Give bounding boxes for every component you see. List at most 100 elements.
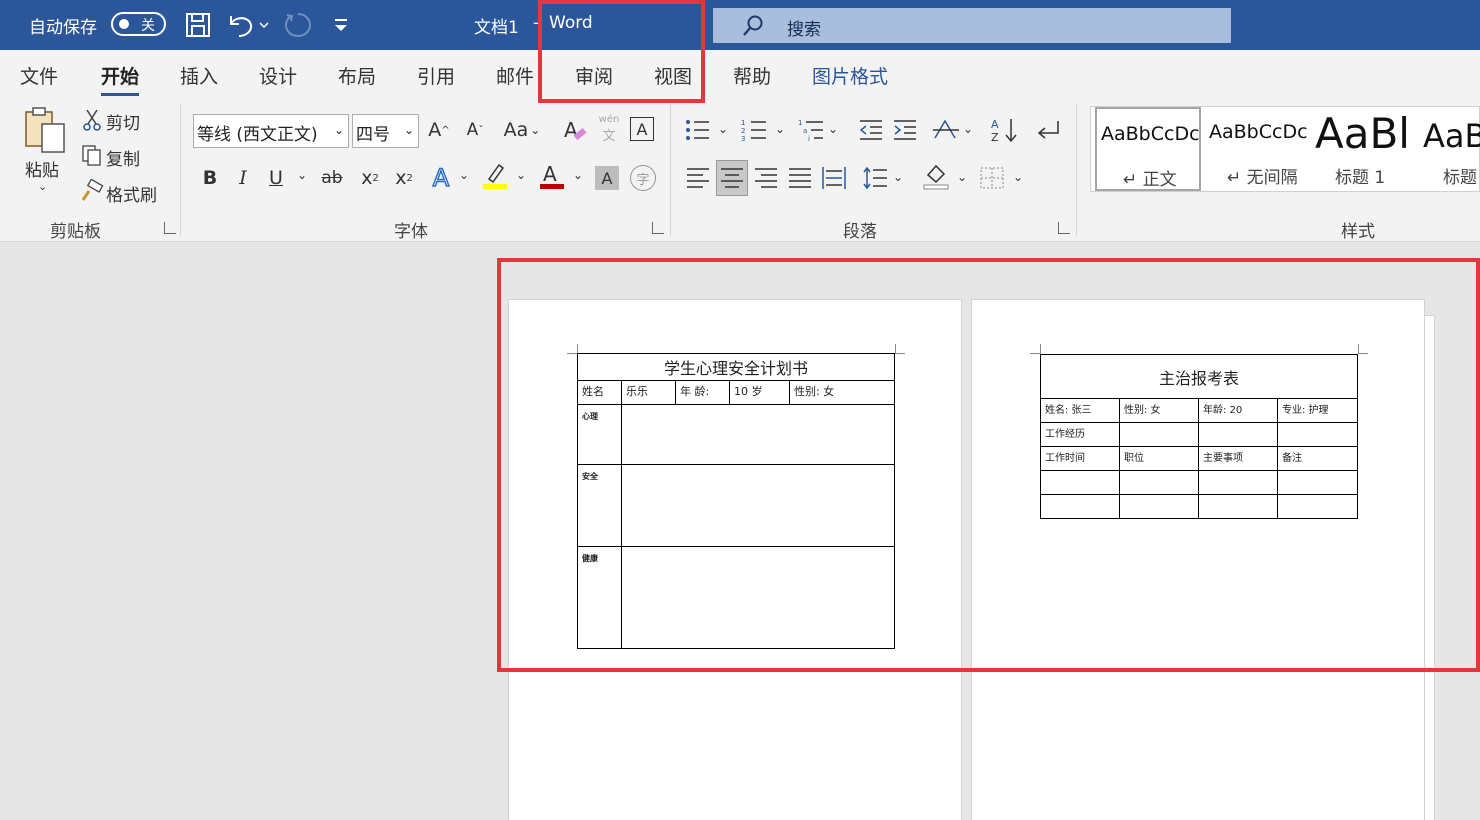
tab-layout[interactable]: 布局: [338, 62, 376, 89]
distributed-icon[interactable]: [820, 164, 848, 192]
text-effects-icon[interactable]: A: [427, 163, 455, 193]
undo-icon[interactable]: [225, 10, 269, 40]
highlight-box-pages: [497, 258, 1480, 672]
paste-button[interactable]: 粘贴: [25, 156, 59, 181]
increase-indent-icon[interactable]: [891, 116, 919, 144]
phonetic-char: 文: [602, 129, 616, 144]
group-divider: [180, 104, 181, 236]
chevron-down-icon[interactable]: ⌄: [297, 168, 307, 182]
strikethrough-button[interactable]: ab: [318, 164, 346, 192]
save-icon[interactable]: [183, 10, 213, 40]
chevron-down-icon[interactable]: ⌄: [957, 170, 967, 184]
svg-text:A: A: [543, 162, 557, 186]
tab-design[interactable]: 设计: [259, 62, 297, 89]
document-title: 文档1: [474, 18, 519, 38]
show-marks-icon[interactable]: [1034, 116, 1062, 144]
clipboard-launcher-icon[interactable]: [164, 222, 176, 234]
shrink-font-icon[interactable]: Aˇ: [461, 116, 489, 144]
align-right-icon[interactable]: [752, 164, 780, 192]
chevron-down-icon[interactable]: ⌄: [893, 170, 903, 184]
tab-mailings[interactable]: 邮件: [496, 62, 534, 89]
search-icon: [743, 15, 763, 36]
style-sample: AaBbCcDc: [1101, 123, 1200, 145]
style-no-spacing[interactable]: AaBbCcDc ↵ 无间隔: [1205, 107, 1311, 191]
chinese-layout-icon[interactable]: [932, 116, 960, 144]
shading-icon[interactable]: [922, 162, 950, 190]
format-painter-button[interactable]: 格式刷: [106, 181, 157, 206]
tab-picture-format[interactable]: 图片格式: [812, 62, 888, 89]
bullets-icon[interactable]: [683, 116, 711, 144]
autosave-toggle[interactable]: 关: [111, 12, 166, 36]
chevron-down-icon[interactable]: ⌄: [1013, 170, 1023, 184]
redo-icon[interactable]: [283, 10, 313, 40]
chevron-down-icon: ⌄: [333, 123, 344, 137]
highlight-box-tabs: [538, 0, 705, 103]
search-box[interactable]: 搜索: [713, 8, 1231, 43]
font-size-dropdown[interactable]: 四号 ⌄: [352, 114, 419, 148]
copy-button[interactable]: 复制: [106, 145, 140, 170]
character-border-icon[interactable]: A: [630, 117, 654, 141]
chevron-down-icon[interactable]: ⌄: [459, 168, 469, 182]
paste-dropdown-icon[interactable]: ⌄: [38, 180, 47, 193]
chevron-down-icon[interactable]: ⌄: [775, 122, 785, 136]
customize-toolbar-icon[interactable]: [328, 10, 358, 40]
svg-text:1: 1: [741, 119, 745, 127]
paste-icon[interactable]: [22, 106, 68, 156]
borders-icon[interactable]: [978, 164, 1006, 192]
chevron-down-icon[interactable]: ⌄: [718, 122, 728, 136]
paragraph-launcher-icon[interactable]: [1058, 222, 1070, 234]
clipboard-group-label: 剪贴板: [50, 222, 101, 242]
svg-text:Z: Z: [991, 131, 999, 143]
numbering-icon[interactable]: 123: [740, 116, 768, 144]
format-painter-icon[interactable]: [78, 177, 106, 205]
styles-group-label: 样式: [1341, 222, 1375, 242]
enclose-characters-button[interactable]: 字: [630, 165, 656, 191]
chevron-down-icon[interactable]: ⌄: [573, 168, 583, 182]
bold-button[interactable]: B: [196, 164, 224, 192]
superscript-button[interactable]: x2: [390, 164, 418, 192]
highlight-icon[interactable]: [481, 162, 509, 190]
tab-insert[interactable]: 插入: [180, 62, 218, 89]
cut-button[interactable]: 剪切: [106, 109, 140, 134]
style-sample: AaBbCcDc: [1209, 121, 1308, 143]
tab-references[interactable]: 引用: [417, 62, 455, 89]
multilevel-list-icon[interactable]: 1ai: [797, 116, 825, 144]
font-launcher-icon[interactable]: [652, 222, 664, 234]
tab-file[interactable]: 文件: [20, 62, 58, 89]
cut-icon[interactable]: [78, 106, 106, 134]
search-placeholder: 搜索: [787, 20, 821, 40]
clear-formatting-icon[interactable]: A: [561, 116, 589, 144]
subscript-button[interactable]: x2: [356, 164, 384, 192]
style-normal[interactable]: AaBbCcDc ↵ 正文: [1095, 107, 1201, 191]
italic-button[interactable]: I: [229, 164, 257, 192]
justify-icon[interactable]: [786, 164, 814, 192]
decrease-indent-icon[interactable]: [857, 116, 885, 144]
phonetic-guide-button[interactable]: wén 文: [597, 114, 621, 146]
style-name: 标题: [1443, 168, 1477, 188]
tab-home[interactable]: 开始: [101, 62, 140, 96]
copy-icon[interactable]: [78, 141, 106, 169]
change-case-button[interactable]: Aa ⌄: [500, 116, 544, 144]
font-name-dropdown[interactable]: 等线 (西文正文) ⌄: [193, 114, 349, 148]
style-title[interactable]: AaB 标题: [1421, 107, 1480, 191]
chevron-down-icon[interactable]: ⌄: [828, 122, 838, 136]
chevron-down-icon: ⌄: [530, 123, 541, 137]
tab-help[interactable]: 帮助: [733, 62, 771, 89]
align-center-icon[interactable]: [716, 160, 748, 196]
font-name-value: 等线 (西文正文): [197, 125, 318, 145]
style-name: ↵ 正文: [1123, 170, 1177, 190]
character-shading-icon[interactable]: A: [595, 166, 619, 190]
superscript-label: x: [395, 167, 407, 189]
group-divider: [670, 104, 671, 236]
sort-icon[interactable]: AZ: [991, 116, 1019, 144]
font-color-icon[interactable]: A: [538, 162, 566, 190]
style-name: ↵ 无间隔: [1227, 168, 1298, 188]
grow-font-icon[interactable]: A ^: [425, 116, 453, 144]
align-left-icon[interactable]: [684, 164, 712, 192]
chevron-down-icon[interactable]: ⌄: [963, 122, 973, 136]
chevron-down-icon[interactable]: ⌄: [516, 168, 526, 182]
underline-button[interactable]: U: [262, 164, 290, 192]
phonetic-pinyin: wén: [598, 114, 620, 125]
line-spacing-icon[interactable]: [861, 164, 889, 192]
style-heading-1[interactable]: AaBl 标题 1: [1313, 107, 1409, 191]
